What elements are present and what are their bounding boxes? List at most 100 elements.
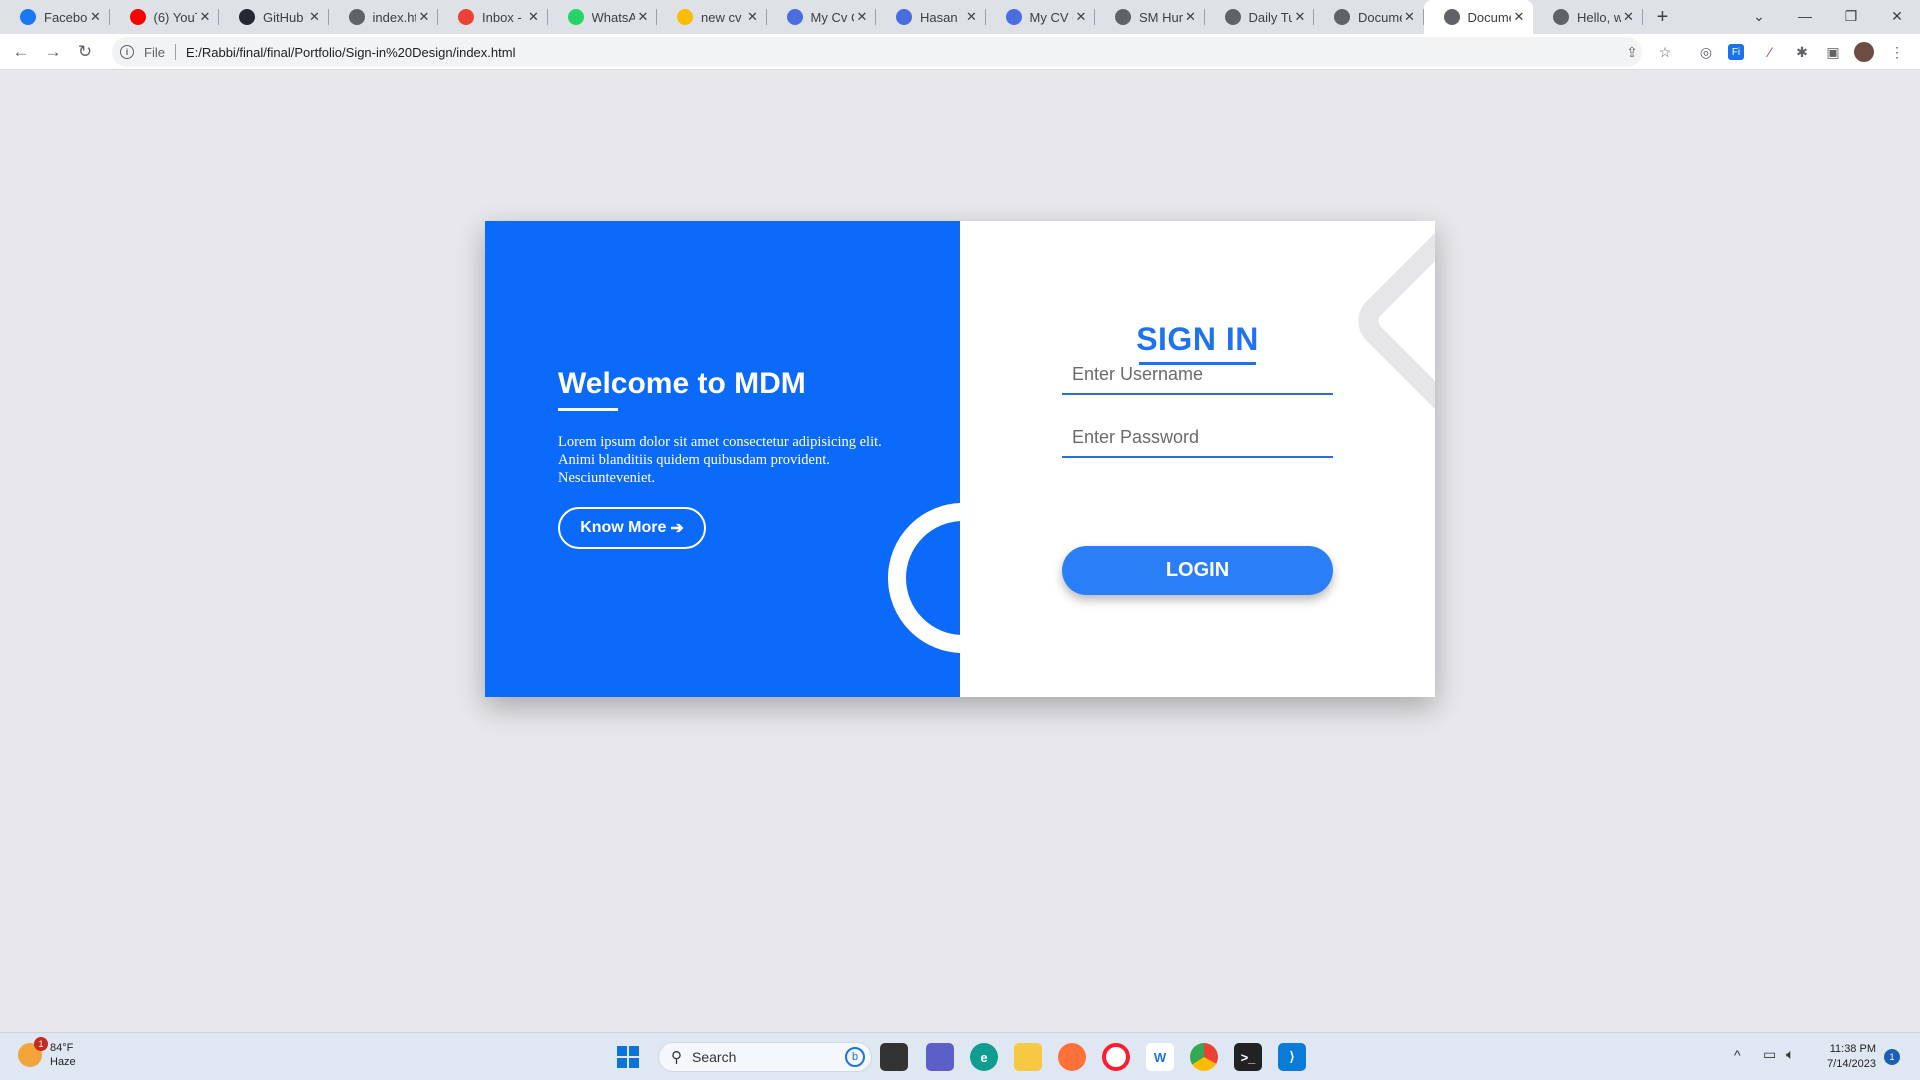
volume-icon[interactable]: 🔈︎ [1786, 1046, 1794, 1063]
tab-close-icon[interactable]: ✕ [197, 9, 213, 25]
pen-extension-icon[interactable]: ⁄ [1760, 42, 1780, 62]
globe-icon [348, 9, 365, 25]
url-text[interactable]: E:/Rabbi/final/final/Portfolio/Sign-in%2… [186, 45, 516, 60]
weather-widget[interactable]: 1 84°F Haze [18, 1037, 76, 1069]
browser-tab[interactable]: My CV C✕ [986, 0, 1096, 34]
tab-close-icon[interactable]: ✕ [1402, 9, 1418, 25]
browser-tab[interactable]: Docume✕ [1314, 0, 1424, 34]
docs-icon [786, 9, 803, 25]
extension-icon[interactable]: ◎ [1696, 42, 1716, 62]
info-icon[interactable]: i [120, 45, 134, 59]
browser-tab[interactable]: My Cv C✕ [767, 0, 877, 34]
tab-search-icon[interactable]: ⌄ [1736, 0, 1782, 32]
browser-tab[interactable]: new cv -✕ [657, 0, 767, 34]
username-input[interactable] [1072, 364, 1333, 385]
taskbar-search[interactable]: ⚲ Search b [658, 1042, 872, 1072]
tab-close-icon[interactable]: ✕ [307, 9, 323, 25]
login-button[interactable]: LOGIN [1062, 546, 1333, 595]
facebook-icon [20, 9, 36, 25]
clock-date: 7/14/2023 [1827, 1058, 1876, 1070]
clock[interactable]: 11:38 PM 7/14/2023 [1816, 1042, 1876, 1072]
tab-close-icon[interactable]: ✕ [1511, 9, 1527, 25]
tab-close-icon[interactable]: ✕ [1183, 9, 1199, 25]
browser-tab[interactable]: Docume✕ [1423, 0, 1533, 34]
browser-tab[interactable]: index.htm✕ [329, 0, 439, 34]
writer-icon[interactable]: W [1146, 1043, 1174, 1071]
url-scheme: File [144, 44, 165, 60]
browser-tab[interactable]: Hello, w ✕ [1533, 0, 1643, 34]
browser-tab[interactable]: SM Hum✕ [1095, 0, 1205, 34]
side-panel-icon[interactable]: ▣ [1823, 42, 1843, 62]
forward-button[interactable]: → [39, 38, 67, 66]
address-bar[interactable]: i File E:/Rabbi/final/final/Portfolio/Si… [112, 37, 1642, 67]
network-icon[interactable]: ▭ [1763, 1046, 1776, 1063]
bookmark-star-icon[interactable]: ☆ [1655, 42, 1675, 62]
login-card: Welcome to MDM Lorem ipsum dolor sit ame… [485, 221, 1435, 697]
tab-close-icon[interactable]: ✕ [88, 9, 104, 25]
puzzle-icon[interactable]: ✱ [1792, 42, 1812, 62]
globe-icon [1553, 9, 1569, 25]
share-icon[interactable]: ⇪ [1622, 42, 1642, 62]
globe-icon [1443, 9, 1460, 25]
minimize-button[interactable]: — [1782, 0, 1828, 32]
tab-list: Faceboo✕(6) YouT✕GitHub✕index.htm✕Inbox … [0, 0, 1643, 34]
tab-close-icon[interactable]: ✕ [964, 9, 980, 25]
welcome-text: Lorem ipsum dolor sit amet consectetur a… [558, 434, 882, 486]
know-more-button[interactable]: Know More ➔ [558, 507, 706, 549]
browser-tab[interactable]: Inbox - r ✕ [438, 0, 548, 34]
tray-chevron-icon[interactable]: ^ [1734, 1047, 1741, 1063]
browser-tab[interactable]: Daily Tu ✕ [1205, 0, 1315, 34]
tab-title: Inbox - r [482, 9, 526, 25]
tab-close-icon[interactable]: ✕ [1292, 9, 1308, 25]
file-explorer-icon[interactable] [1014, 1043, 1042, 1071]
tab-title: (6) YouT [153, 9, 198, 25]
browser-tab[interactable]: (6) YouT✕ [110, 0, 220, 34]
terminal-icon[interactable]: >_ [1234, 1043, 1262, 1071]
tab-close-icon[interactable]: ✕ [745, 9, 761, 25]
new-tab-button[interactable]: + [1647, 1, 1679, 33]
tab-close-icon[interactable]: ✕ [854, 9, 870, 25]
browser-tab[interactable]: WhatsAp✕ [548, 0, 658, 34]
tab-close-icon[interactable]: ✕ [1621, 9, 1637, 25]
firefox-icon[interactable] [1058, 1043, 1086, 1071]
signin-panel: SIGN IN LOGIN [960, 221, 1435, 697]
browser-tab[interactable]: Faceboo✕ [0, 0, 110, 34]
close-window-button[interactable]: ✕ [1874, 0, 1920, 32]
start-button[interactable] [614, 1043, 642, 1071]
password-input[interactable] [1072, 427, 1333, 448]
search-label: Search [692, 1049, 737, 1065]
restore-button[interactable]: ❐ [1828, 0, 1874, 32]
tab-close-icon[interactable]: ✕ [635, 9, 651, 25]
password-field [1062, 424, 1333, 458]
tab-title: Daily Tu [1248, 9, 1293, 25]
tab-title: Hello, w [1577, 9, 1621, 25]
clock-time: 11:38 PM [1829, 1043, 1876, 1055]
teams-icon[interactable] [926, 1043, 954, 1071]
weather-condition: Haze [50, 1056, 76, 1068]
browser-tab[interactable]: Hasan ✕ [876, 0, 986, 34]
windows-icon [617, 1046, 639, 1068]
vscode-icon[interactable]: ⟩ [1278, 1043, 1306, 1071]
tab-title: Hasan [920, 9, 958, 25]
task-view-icon[interactable] [880, 1043, 908, 1071]
globe-icon [1115, 9, 1131, 25]
notification-badge[interactable]: 1 [1884, 1049, 1900, 1065]
reload-button[interactable]: ↻ [71, 38, 99, 66]
back-button[interactable]: ← [7, 38, 35, 66]
decorative-ring [888, 503, 960, 653]
opera-icon[interactable] [1102, 1043, 1130, 1071]
browser-tab[interactable]: GitHub ✕ [219, 0, 329, 34]
address-divider [174, 44, 176, 60]
tab-title: WhatsAp [591, 9, 636, 25]
profile-avatar[interactable] [1854, 42, 1874, 62]
tab-close-icon[interactable]: ✕ [526, 9, 542, 25]
taskbar: 1 84°F Haze ⚲ Search b e W >_ ⟩ ^ ▭ 🔈︎ 1… [0, 1032, 1920, 1080]
know-more-label: Know More [580, 519, 667, 536]
extension-fi-icon[interactable]: Fi [1728, 44, 1744, 60]
edge-icon[interactable]: e [970, 1043, 998, 1071]
menu-icon[interactable]: ⋮ [1887, 42, 1907, 62]
tab-close-icon[interactable]: ✕ [416, 9, 432, 25]
chrome-icon[interactable] [1190, 1043, 1218, 1071]
tab-close-icon[interactable]: ✕ [1073, 9, 1089, 25]
tab-title: Docume [1358, 9, 1402, 25]
